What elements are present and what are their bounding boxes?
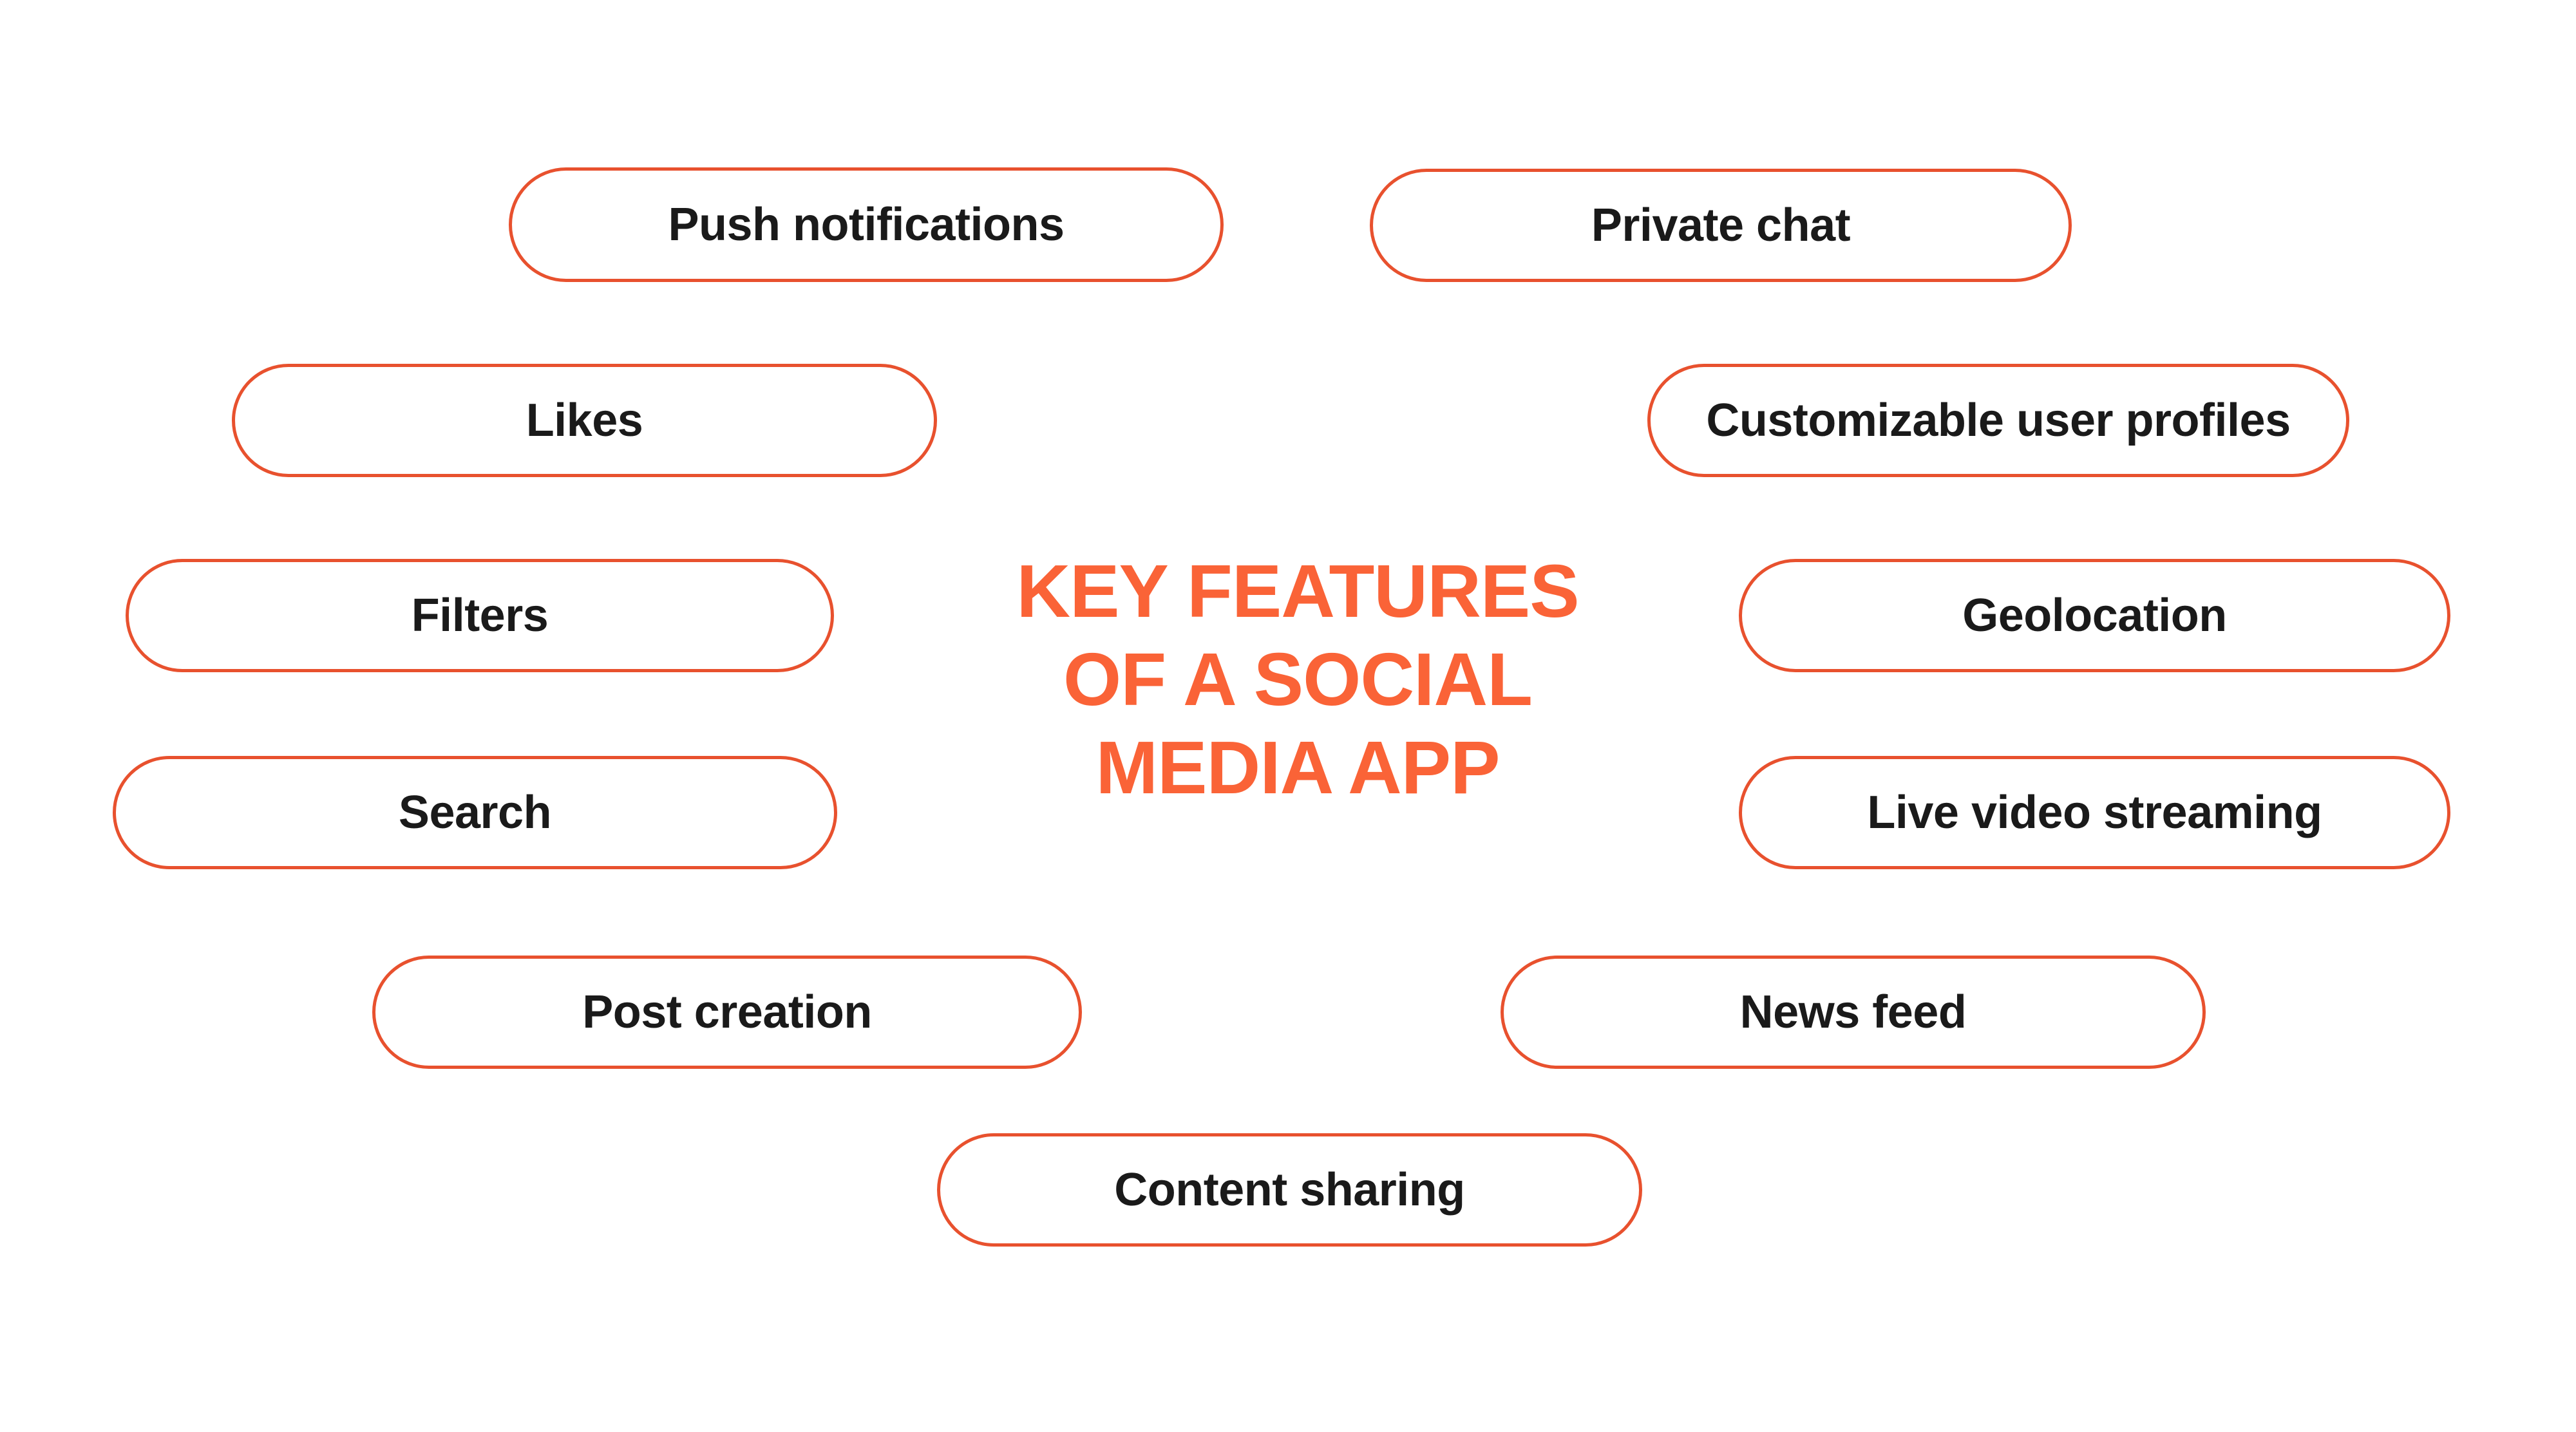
center-title: KEY FEATURES OF A SOCIAL MEDIA APP <box>1011 544 1584 815</box>
feature-pill-label: Push notifications <box>668 199 1065 250</box>
feature-pill[interactable]: Search <box>113 756 837 869</box>
feature-pill[interactable]: Live video streaming <box>1739 756 2450 869</box>
feature-pill[interactable]: Filters <box>126 559 834 672</box>
title-line-3: MEDIA APP <box>1095 725 1501 809</box>
feature-pill-label: Search <box>398 787 552 838</box>
feature-pill[interactable]: Private chat <box>1370 169 2072 282</box>
title-line-2: OF A SOCIAL <box>1063 637 1533 721</box>
feature-pill-label: Private chat <box>1591 200 1851 251</box>
feature-pill[interactable]: Geolocation <box>1739 559 2450 672</box>
feature-pill[interactable]: Likes <box>232 364 937 477</box>
diagram-canvas: Push notifications Private chat Likes Custo… <box>0 0 2576 1432</box>
feature-pill-label: Live video streaming <box>1867 787 2322 838</box>
feature-pill-label: Customizable user profiles <box>1706 395 2291 446</box>
title-line-1: KEY FEATURES <box>1016 549 1579 633</box>
feature-pill-label: Likes <box>526 395 643 446</box>
feature-pill-label: Filters <box>411 590 549 641</box>
feature-pill[interactable]: Push notifications <box>509 167 1224 282</box>
feature-pill-label: Post creation <box>582 986 872 1038</box>
feature-pill[interactable]: Post creation <box>372 956 1082 1069</box>
feature-pill[interactable]: News feed <box>1501 956 2206 1069</box>
feature-pill[interactable]: Customizable user profiles <box>1647 364 2349 477</box>
feature-pill-label: Geolocation <box>1962 590 2227 641</box>
feature-pill-label: Content sharing <box>1114 1164 1465 1216</box>
feature-pill[interactable]: Content sharing <box>937 1133 1642 1247</box>
feature-pill-label: News feed <box>1739 986 1967 1038</box>
